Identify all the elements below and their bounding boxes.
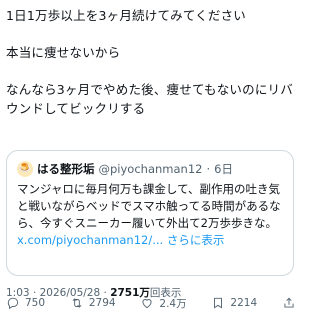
post-line-2: 本当に痩せないから bbox=[6, 45, 121, 60]
post-line-1: 1日1万歩以上を3ヶ月続けてみてください bbox=[6, 8, 246, 23]
quoted-post-text: マンジャロに毎月何万も課金して、副作用の吐き気と戦いながらベッドでスマホ触ってる… bbox=[17, 181, 283, 249]
quoted-post-date[interactable]: 6日 bbox=[214, 161, 233, 177]
reply-icon bbox=[7, 297, 19, 310]
post-text: 1日1万歩以上を3ヶ月続けてみてください 本当に痩せないから なんなら3ヶ月でや… bbox=[6, 6, 296, 118]
separator-dot: · bbox=[206, 162, 211, 176]
reply-button[interactable]: 750 bbox=[6, 296, 45, 310]
quoted-post-header: 🍮 はる整形垢 @piyochanman12 · 6日 bbox=[17, 161, 283, 177]
quoted-post[interactable]: 🍮 はる整形垢 @piyochanman12 · 6日 マンジャロに毎月何万も課… bbox=[6, 150, 294, 276]
like-button[interactable]: 2.4万 bbox=[140, 296, 187, 311]
quoted-author-name[interactable]: はる整形垢 bbox=[37, 161, 95, 177]
quoted-post-body: マンジャロに毎月何万も課金して、副作用の吐き気と戦いながらベッドでスマホ触ってる… bbox=[17, 182, 281, 230]
quoted-author-handle[interactable]: @piyochanman12 bbox=[99, 161, 203, 177]
action-bar: 750 2794 2.4万 2214 bbox=[6, 296, 296, 310]
like-count: 2.4万 bbox=[159, 297, 187, 310]
post-line-3: なんなら3ヶ月でやめた後、痩せてもないのにリバウンドしてビックリする bbox=[6, 82, 293, 116]
show-more-link[interactable]: さらに表示 bbox=[167, 233, 225, 247]
bookmark-icon bbox=[214, 297, 223, 309]
reply-count: 750 bbox=[25, 297, 46, 309]
repost-button[interactable]: 2794 bbox=[70, 296, 116, 310]
bookmark-button[interactable]: 2214 bbox=[211, 296, 257, 310]
quoted-post-link[interactable]: x.com/piyochanman12/... bbox=[17, 233, 163, 247]
like-icon bbox=[142, 299, 152, 309]
share-icon bbox=[284, 297, 294, 308]
avatar[interactable]: 🍮 bbox=[17, 161, 33, 177]
share-button[interactable] bbox=[282, 296, 296, 310]
repost-icon bbox=[72, 298, 82, 308]
repost-count: 2794 bbox=[88, 297, 116, 309]
bookmark-count: 2214 bbox=[230, 297, 258, 309]
